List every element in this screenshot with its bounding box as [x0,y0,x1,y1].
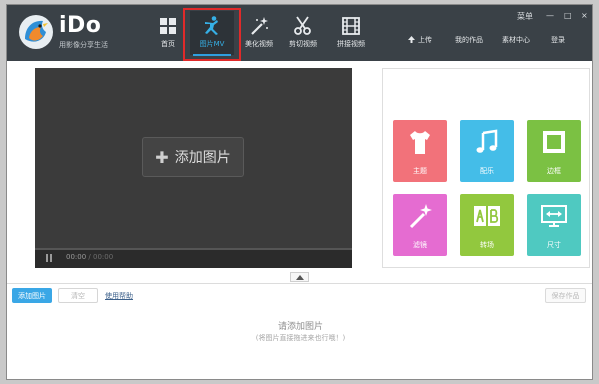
upload-label: 上传 [418,36,432,44]
time-separator: / [86,253,93,261]
tab-home[interactable]: 首页 [146,11,190,55]
tab-photo-mv[interactable]: 图片MV [190,11,234,56]
pause-icon[interactable] [45,254,53,262]
help-link[interactable]: 使用帮助 [105,291,133,301]
app-name: iDo [59,13,102,38]
ab-transition-icon [474,206,500,226]
tab-home-label: 首页 [161,40,175,48]
chevron-up-icon [296,275,304,280]
scissors-icon [294,16,311,35]
tshirt-icon [410,131,430,154]
effects-panel: 主题 配乐 边框 滤镜 转场 尺寸 [382,68,590,268]
menu-button[interactable]: 菜单 [517,11,533,22]
save-work-button[interactable]: 保存作品 [545,288,586,303]
login-link[interactable]: 登录 [551,35,565,45]
effect-music-label: 配乐 [480,167,494,175]
home-grid-icon [160,18,176,34]
time-display: 00:00 / 00:00 [66,253,113,261]
video-preview: ✚ 添加图片 00:00 / 00:00 [35,68,352,268]
film-strip-icon [342,17,360,35]
effect-transition-label: 转场 [480,241,494,249]
effect-size-label: 尺寸 [547,241,561,249]
collapse-toggle[interactable] [290,272,309,282]
effect-filter-tile[interactable]: 滤镜 [393,194,447,256]
stamp-frame-icon [543,131,565,153]
tab-beautify-video[interactable]: 美化视频 [237,11,281,55]
empty-state-title: 请添加图片 [277,322,323,332]
effect-transition-tile[interactable]: 转场 [460,194,514,256]
add-photo-button[interactable]: 添加图片 [12,288,52,303]
ido-bird-logo [19,15,53,49]
tab-join-video[interactable]: 拼接视频 [329,11,373,55]
plus-icon: ✚ [155,147,169,167]
clear-button[interactable]: 清空 [58,288,98,303]
effect-filter-label: 滤镜 [413,241,427,249]
my-works-link[interactable]: 我的作品 [455,35,483,45]
maximize-button[interactable]: □ [564,11,572,20]
effect-frame-label: 边框 [547,167,561,175]
section-divider [7,283,592,284]
effect-frame-tile[interactable]: 边框 [527,120,581,182]
app-slogan: 用影像分享生活 [59,41,108,49]
tab-beautify-video-label: 美化视频 [245,40,273,48]
effect-theme-tile[interactable]: 主题 [393,120,447,182]
close-button[interactable]: × [581,11,588,20]
tab-cut-video[interactable]: 剪切视频 [281,11,325,55]
magic-wand-icon [409,204,432,229]
tab-cut-video-label: 剪切视频 [289,40,317,48]
empty-state-hint: (将图片直接拖进来也行哦！) [255,334,346,342]
material-center-link[interactable]: 素材中心 [502,35,530,45]
app-window: iDo 用影像分享生活 首页 图片MV 美化视频 剪切视频 拼接视频 上传 我的… [6,4,593,380]
top-nav-bar: iDo 用影像分享生活 首页 图片MV 美化视频 剪切视频 拼接视频 上传 我的… [7,5,592,61]
effect-music-tile[interactable]: 配乐 [460,120,514,182]
add-photo-center-label: 添加图片 [174,150,231,166]
dancing-figure-icon [205,16,218,35]
upload-link[interactable]: 上传 [408,35,432,45]
tab-join-video-label: 拼接视频 [337,40,365,48]
tab-photo-mv-label: 图片MV [199,40,225,48]
magic-wand-icon [251,17,268,35]
time-total: 00:00 [93,253,114,261]
player-control-bar: 00:00 / 00:00 [35,248,352,268]
time-current: 00:00 [66,253,87,261]
music-note-icon [476,129,498,153]
resize-screen-icon [541,205,567,227]
upload-arrow-icon [408,36,415,43]
minimize-button[interactable]: — [546,11,554,20]
effect-theme-label: 主题 [413,167,427,175]
progress-bar[interactable] [35,248,352,250]
effect-size-tile[interactable]: 尺寸 [527,194,581,256]
add-photo-center-button[interactable]: ✚ 添加图片 [142,137,244,177]
